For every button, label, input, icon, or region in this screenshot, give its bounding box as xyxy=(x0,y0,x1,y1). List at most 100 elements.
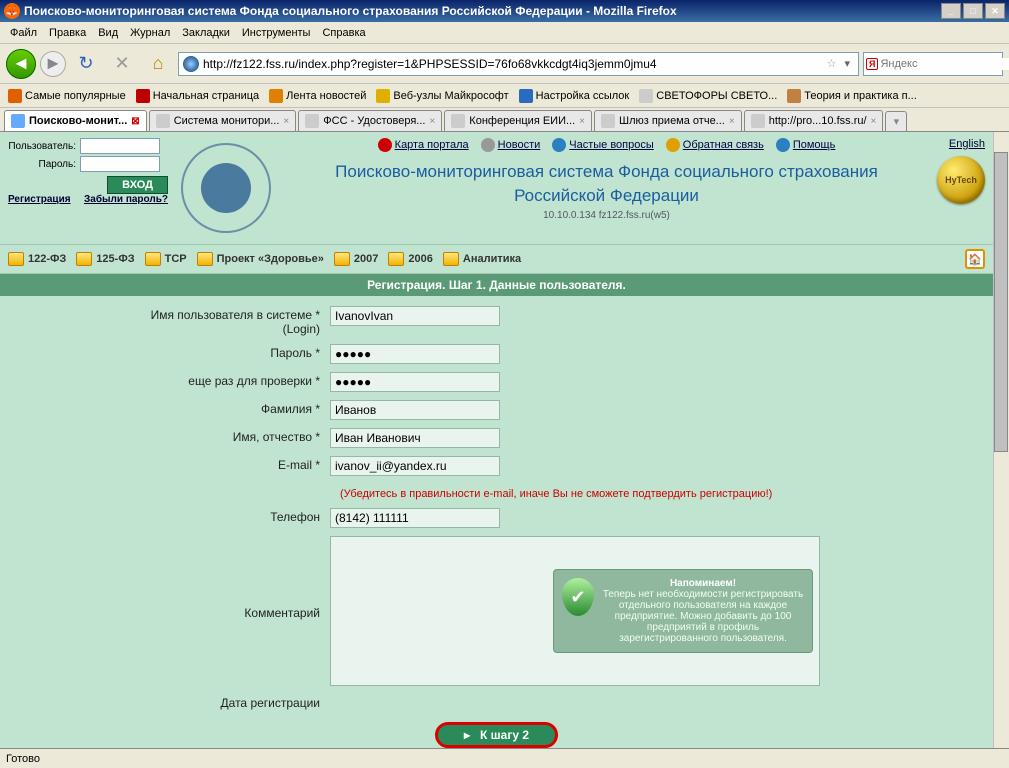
form-password-input[interactable] xyxy=(330,344,500,364)
bookmark-item[interactable]: Начальная страница xyxy=(132,87,263,105)
search-box[interactable]: Я xyxy=(863,52,1003,76)
menu-tools[interactable]: Инструменты xyxy=(236,25,317,41)
form-comment-input[interactable]: ✔ Напоминаем! Теперь нет необходимости р… xyxy=(330,536,820,686)
bookmark-item[interactable]: Настройка ссылок xyxy=(515,87,634,105)
form-name-label: Имя, отчество * xyxy=(20,428,330,444)
section-item[interactable]: Аналитика xyxy=(443,252,521,266)
menu-help[interactable]: Справка xyxy=(316,25,371,41)
tab-favicon xyxy=(751,114,765,128)
window-titlebar: 🦊 Поисково-мониторинговая система Фонда … xyxy=(0,0,1009,22)
compass-icon xyxy=(378,138,392,152)
tab[interactable]: Система монитори...× xyxy=(149,110,297,131)
new-tab-button[interactable]: ▾ xyxy=(885,111,907,131)
bookmark-icon xyxy=(519,89,533,103)
tab[interactable]: http://pro...10.fss.ru/× xyxy=(744,110,884,131)
tab-close-icon[interactable]: × xyxy=(429,116,435,127)
bookmark-item[interactable]: СВЕТОФОРЫ СВЕТО... xyxy=(635,87,781,105)
shield-icon: ✔ xyxy=(562,578,594,616)
tab[interactable]: Конференция ЕИИ...× xyxy=(444,110,592,131)
tab-active[interactable]: Поисково-монит...⊠ xyxy=(4,110,147,131)
section-item[interactable]: 2006 xyxy=(388,252,432,266)
vertical-scrollbar[interactable] xyxy=(993,132,1009,748)
bookmark-item[interactable]: Теория и практика п... xyxy=(783,87,920,105)
login-pass-label: Пароль: xyxy=(8,159,80,170)
section-menu: 122-ФЗ 125-ФЗ TCP Проект «Здоровье» 2007… xyxy=(0,244,993,274)
bookmark-item[interactable]: Лента новостей xyxy=(265,87,370,105)
news-link[interactable]: Новости xyxy=(481,138,541,152)
url-input[interactable] xyxy=(203,57,823,71)
login-pass-input[interactable] xyxy=(80,156,160,172)
register-link[interactable]: Регистрация xyxy=(8,194,71,205)
form-login-input[interactable] xyxy=(330,306,500,326)
registration-form: Имя пользователя в системе *(Login) Паро… xyxy=(0,296,993,748)
form-email-input[interactable] xyxy=(330,456,500,476)
minimize-button[interactable]: _ xyxy=(941,3,961,19)
section-item[interactable]: 2007 xyxy=(334,252,378,266)
tab-favicon xyxy=(451,114,465,128)
bookmark-icon xyxy=(376,89,390,103)
form-name-input[interactable] xyxy=(330,428,500,448)
search-input[interactable] xyxy=(880,58,1009,70)
menu-bookmarks[interactable]: Закладки xyxy=(176,25,236,41)
tab[interactable]: Шлюз приема отче...× xyxy=(594,110,742,131)
login-button[interactable]: ВХОД xyxy=(107,176,168,194)
form-login-label: Имя пользователя в системе *(Login) xyxy=(20,306,330,336)
home-icon[interactable]: 🏠 xyxy=(965,249,985,269)
tab-favicon xyxy=(601,114,615,128)
globe-icon xyxy=(183,56,199,72)
tab[interactable]: ФСС - Удостоверя...× xyxy=(298,110,442,131)
faq-link[interactable]: Частые вопросы xyxy=(552,138,654,152)
form-phone-input[interactable] xyxy=(330,508,500,528)
tab-close-icon[interactable]: × xyxy=(729,116,735,127)
bookmark-icon xyxy=(787,89,801,103)
menu-file[interactable]: Файл xyxy=(4,25,43,41)
firefox-icon: 🦊 xyxy=(4,3,20,19)
menu-view[interactable]: Вид xyxy=(92,25,124,41)
reload-button[interactable]: ↻ xyxy=(70,48,102,80)
login-user-input[interactable] xyxy=(80,138,160,154)
forward-button[interactable]: ► xyxy=(40,51,66,77)
maximize-button[interactable]: □ xyxy=(963,3,983,19)
address-bar[interactable]: ☆ ▾ xyxy=(178,52,859,76)
folder-icon xyxy=(197,252,213,266)
site-subtitle: 10.10.0.134 fz122.fss.ru(w5) xyxy=(284,210,929,221)
menu-journal[interactable]: Журнал xyxy=(124,25,176,41)
menu-edit[interactable]: Правка xyxy=(43,25,92,41)
tab-close-icon[interactable]: × xyxy=(283,116,289,127)
tab-favicon xyxy=(11,114,25,128)
form-surname-input[interactable] xyxy=(330,400,500,420)
page-content: Пользователь: Пароль: ВХОД Регистрация З… xyxy=(0,132,993,748)
scrollbar-thumb[interactable] xyxy=(994,152,1008,452)
bookmark-item[interactable]: Самые популярные xyxy=(4,87,130,105)
stop-button[interactable]: ✕ xyxy=(106,48,138,80)
site-header: Карта портала Новости Частые вопросы Обр… xyxy=(284,138,929,238)
home-button[interactable]: ⌂ xyxy=(142,48,174,80)
form-password2-label: еще раз для проверки * xyxy=(20,372,330,388)
help-link[interactable]: Помощь xyxy=(776,138,836,152)
nav-toolbar: ◄ ► ↻ ✕ ⌂ ☆ ▾ Я xyxy=(0,44,1009,84)
folder-icon xyxy=(443,252,459,266)
tab-close-icon[interactable]: × xyxy=(871,116,877,127)
tab-close-icon[interactable]: ⊠ xyxy=(131,116,139,127)
portal-map-link[interactable]: Карта портала xyxy=(378,138,469,152)
forgot-password-link[interactable]: Забыли пароль? xyxy=(84,194,168,205)
section-item[interactable]: 125-ФЗ xyxy=(76,252,134,266)
feedback-link[interactable]: Обратная связь xyxy=(666,138,764,152)
form-password2-input[interactable] xyxy=(330,372,500,392)
bookmark-item[interactable]: Веб-узлы Майкрософт xyxy=(372,87,512,105)
tab-favicon xyxy=(156,114,170,128)
section-item[interactable]: Проект «Здоровье» xyxy=(197,252,324,266)
menu-bar: Файл Правка Вид Журнал Закладки Инструме… xyxy=(0,22,1009,44)
section-item[interactable]: 122-ФЗ xyxy=(8,252,66,266)
english-link[interactable]: English xyxy=(949,138,985,150)
site-title-2: Российской Федерации xyxy=(284,186,929,206)
close-button[interactable]: ✕ xyxy=(985,3,1005,19)
status-bar: Готово xyxy=(0,748,1009,768)
bookmark-star-icon[interactable]: ☆ xyxy=(823,57,841,70)
section-item[interactable]: TCP xyxy=(145,252,187,266)
back-button[interactable]: ◄ xyxy=(6,49,36,79)
next-step-button[interactable]: ▸К шагу 2 xyxy=(435,722,558,748)
question-icon xyxy=(552,138,566,152)
url-dropdown-icon[interactable]: ▾ xyxy=(840,57,854,70)
tab-close-icon[interactable]: × xyxy=(579,116,585,127)
